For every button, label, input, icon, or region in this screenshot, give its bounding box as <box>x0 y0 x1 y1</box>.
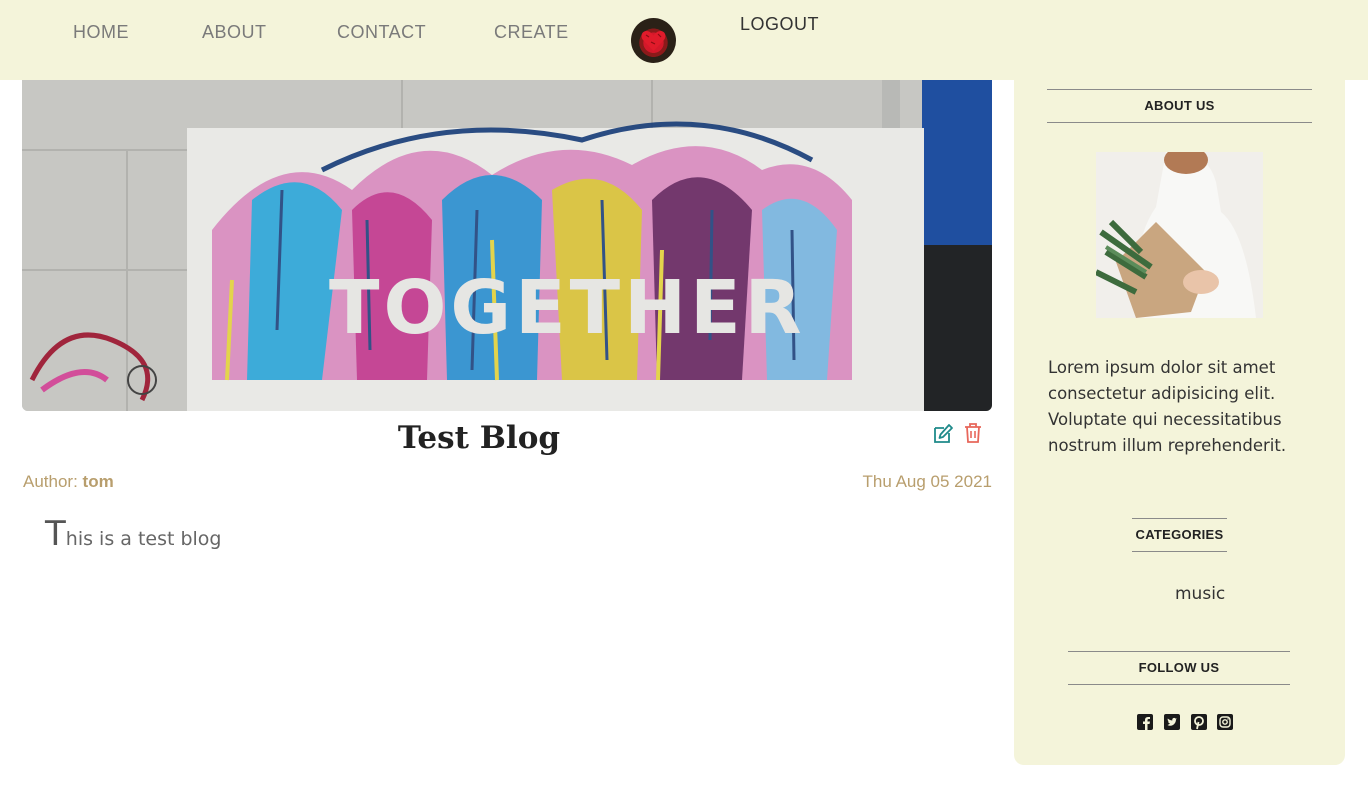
trash-icon[interactable] <box>964 422 982 444</box>
about-us-photo <box>1096 152 1263 318</box>
heart-icon <box>641 31 666 51</box>
post-date: Thu Aug 05 2021 <box>862 472 992 491</box>
categories-heading: CATEGORIES <box>1132 518 1227 552</box>
post-author: Author: tom <box>23 472 114 492</box>
nav-about-link[interactable]: ABOUT <box>202 22 267 43</box>
nav-logout-link[interactable]: LOGOUT <box>740 14 819 35</box>
post-body-dropcap: T <box>45 514 66 554</box>
instagram-square-icon[interactable] <box>1217 714 1233 730</box>
author-label: Author: <box>23 472 83 491</box>
nav-home-link[interactable]: HOME <box>73 22 129 43</box>
post-cover-image: TOGETHER <box>22 80 992 411</box>
top-navbar: HOME ABOUT CONTACT CREATE LOGOUT <box>0 0 1368 80</box>
post-body-text: his is a test blog <box>65 528 222 550</box>
follow-us-heading: FOLLOW US <box>1068 651 1290 685</box>
edit-icon[interactable] <box>933 423 954 444</box>
about-us-heading: ABOUT US <box>1047 89 1312 123</box>
user-avatar[interactable] <box>631 18 676 63</box>
author-name: tom <box>82 472 114 491</box>
about-us-text: Lorem ipsum dolor sit amet consectetur a… <box>1048 358 1287 455</box>
category-item-music[interactable]: music <box>1175 584 1225 604</box>
twitter-square-icon[interactable] <box>1164 714 1180 730</box>
post-body: This is a test blog <box>45 514 222 554</box>
post-title: Test Blog <box>397 420 561 456</box>
hero-together-text: TOGETHER <box>329 265 806 351</box>
pinterest-square-icon[interactable] <box>1191 714 1207 730</box>
sidebar: ABOUT US Lorem ipsum dolor sit amet cons… <box>1014 80 1345 765</box>
nav-create-link[interactable]: CREATE <box>494 22 569 43</box>
nav-contact-link[interactable]: CONTACT <box>337 22 426 43</box>
facebook-square-icon[interactable] <box>1137 714 1153 730</box>
